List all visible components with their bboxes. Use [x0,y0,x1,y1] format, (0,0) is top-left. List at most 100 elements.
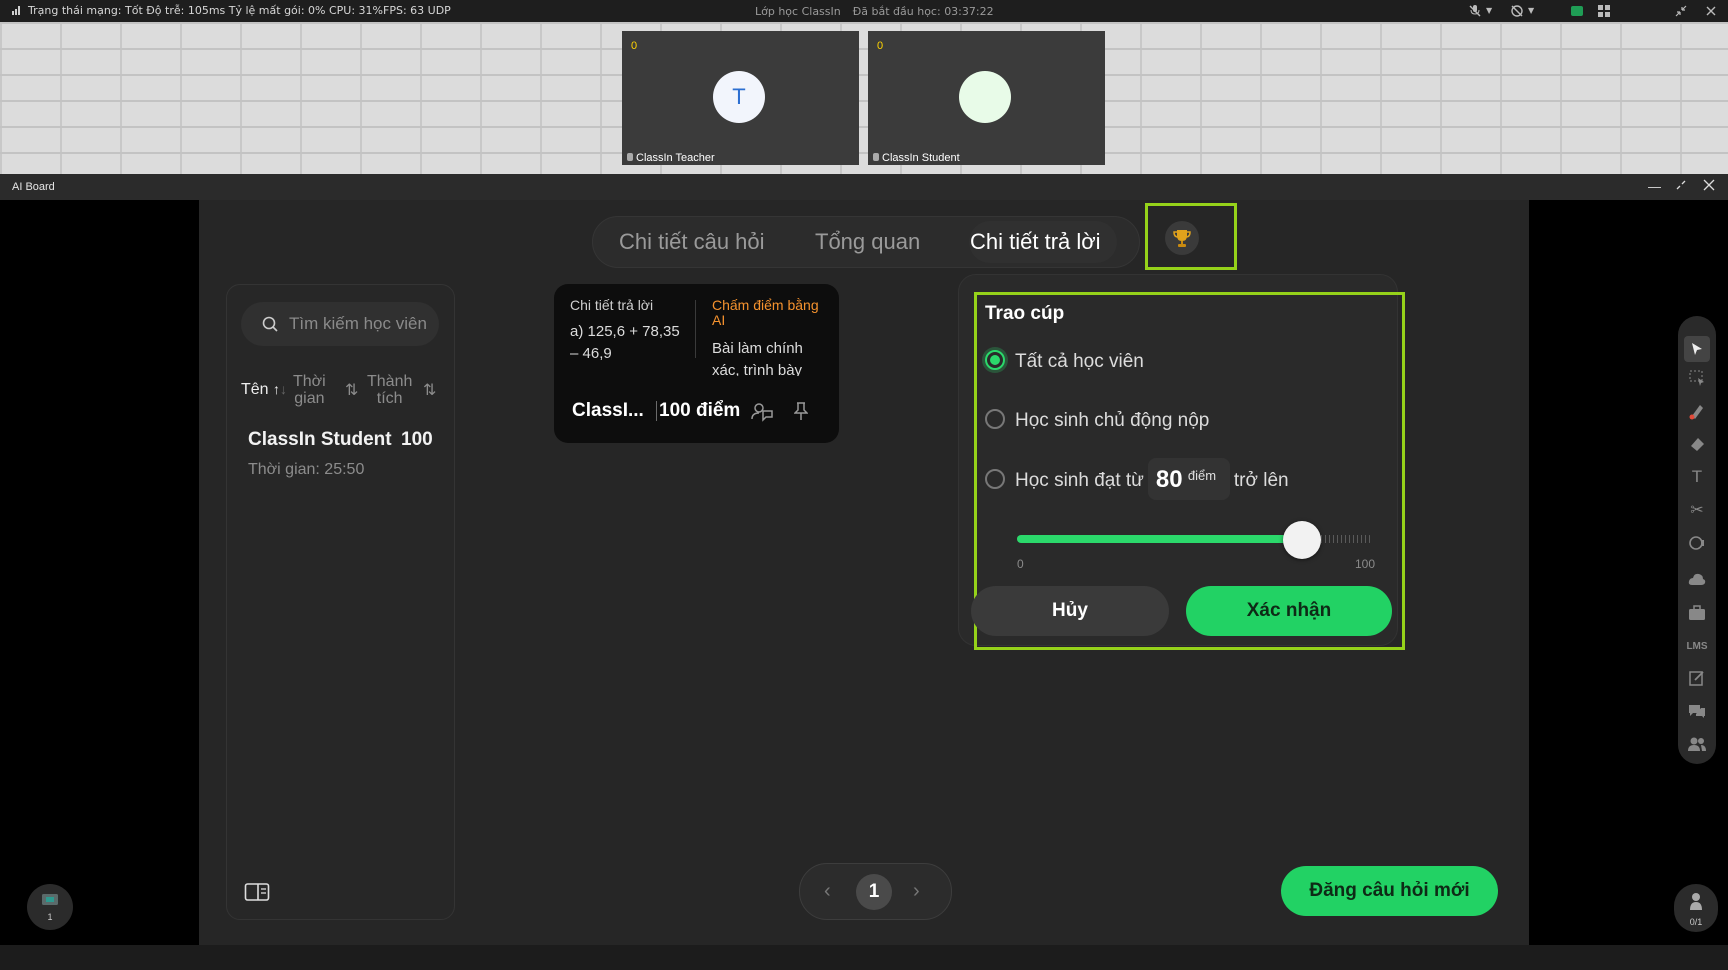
cancel-button[interactable]: Hủy [971,586,1169,636]
student-name: ClassIn Student [248,429,392,450]
student-video-tile[interactable]: 0 ClassIn Student [868,31,1105,165]
mic-dropdown-icon[interactable]: ▼ [1486,6,1500,20]
confirm-button[interactable]: Xác nhận [1186,586,1392,636]
camera-muted-icon[interactable] [1510,4,1524,18]
answer-details-body: a) 125,6 + 78,35 – 46,9 [570,323,680,362]
student-time: Thời gian: 25:50 [248,461,365,478]
sort-by-score[interactable]: Thành tích [367,373,412,407]
threshold-unit: điểm [1187,468,1217,483]
page-number[interactable]: 1 [856,874,892,910]
search-icon [262,316,278,332]
lms-icon[interactable]: LMS [1685,636,1709,656]
slider-handle[interactable] [1283,521,1321,559]
threshold-input[interactable]: 80 điểm [1147,458,1230,500]
aiboard-title: AI Board [12,181,55,193]
mic-muted-icon[interactable] [1468,4,1482,18]
answer-details-column: Chi tiết trả lời a) 125,6 + 78,35 – 46,9 [570,298,684,376]
select-tool-icon[interactable] [1684,336,1710,362]
option-score-threshold[interactable]: Học sinh đạt từ 80 điểm trở lên [985,458,1289,502]
toolbox-icon[interactable] [1687,603,1707,623]
sort-by-time[interactable]: Thời gian [293,373,326,407]
tab-question-details[interactable]: Chi tiết câu hỏi [619,229,765,255]
teacher-trophy-count: 0 [631,40,638,52]
student-trophy-count: 0 [877,40,884,52]
bottom-bar [0,945,1728,970]
sort-score-icon[interactable]: ⇅ [423,380,436,400]
sort-time-icon[interactable]: ⇅ [345,380,358,400]
sort-by-name[interactable]: Tên ↑↓ [241,381,287,398]
answer-card[interactable]: Chi tiết trả lời a) 125,6 + 78,35 – 46,9… [554,284,839,443]
edit-icon[interactable] [1687,668,1707,688]
collapse-icon[interactable] [1674,4,1688,18]
ai-review-icon[interactable] [750,400,774,427]
network-status: Trạng thái mạng: Tốt Độ trễ: 105ms Tỷ lệ… [12,4,451,17]
chat-icon[interactable] [1687,701,1707,721]
threshold-label-after: trở lên [1233,470,1289,492]
area-select-icon[interactable] [1687,368,1707,388]
camera-dropdown-icon[interactable]: ▼ [1528,6,1542,20]
column-divider [695,300,696,358]
dialog-title: Trao cúp [985,303,1065,324]
threshold-slider[interactable] [1017,521,1373,559]
radio-selected[interactable] [985,350,1005,370]
hand-icon [1690,893,1702,910]
participants-count: 0/1 [1689,917,1703,927]
tab-overview[interactable]: Tổng quan [815,229,920,255]
mic-icon [627,153,633,161]
slider-fill [1017,535,1302,543]
status-bar: Trạng thái mạng: Tốt Độ trễ: 105ms Tỷ lệ… [0,0,1728,22]
teacher-name: ClassIn Teacher [627,152,715,164]
search-input[interactable] [289,314,429,334]
right-toolbar: T ✂ LMS [1678,316,1716,764]
text-tool-icon[interactable]: T [1687,467,1707,487]
radio-unselected[interactable] [985,469,1005,490]
sort-asc-icon: ↑ [273,381,281,397]
teacher-avatar-initial: T [732,84,746,109]
screen-icon[interactable] [1570,4,1584,18]
close-icon[interactable] [1703,179,1715,194]
student-list-panel: Tên ↑↓ Thờigian ⇅ Thànhtích ⇅ ClassIn St… [226,284,455,920]
threshold-value: 80 [1155,466,1183,493]
trophy-button[interactable] [1145,203,1237,270]
mic-icon [873,153,879,161]
option-all-label: Tất cả học viên [1015,351,1144,372]
scissors-icon[interactable]: ✂ [1687,500,1707,520]
tab-bar: Chi tiết câu hỏi Tổng quan Chi tiết trả … [592,216,1140,268]
tab-answer-details[interactable]: Chi tiết trả lời [970,229,1101,255]
classroom-name: Lớp học ClassIn [755,5,841,18]
prev-page-icon[interactable]: ‹ [824,880,831,903]
post-new-question-button[interactable]: Đăng câu hỏi mới [1281,866,1498,916]
panel-toggle-icon[interactable] [244,882,270,902]
teacher-video-tile[interactable]: 0 T ClassIn Teacher [622,31,859,165]
time-header-line2: gian [294,390,325,407]
option-active-submit[interactable]: Học sinh chủ động nộp [985,409,1209,432]
class-info: Lớp học ClassIn Đã bắt đầu học: 03:37:22 [755,5,994,18]
option-all-students[interactable]: Tất cả học viên [985,350,1144,373]
minimize-icon[interactable]: — [1648,179,1661,194]
shape-tool-icon[interactable] [1687,533,1707,553]
sort-name-label: Tên [241,381,269,398]
score-header-line2: tích [376,390,403,407]
pin-icon[interactable] [793,401,809,426]
restore-icon[interactable] [1675,179,1687,194]
pen-icon[interactable] [1687,401,1707,421]
student-score: 100 [401,429,433,450]
cloud-icon[interactable] [1687,569,1707,589]
close-icon[interactable] [1704,4,1718,18]
answer-score: 100 điểm [659,400,741,421]
next-page-icon[interactable]: › [913,880,920,903]
search-box[interactable] [241,302,439,346]
teacher-avatar: T [713,71,765,123]
members-icon[interactable] [1687,734,1707,754]
radio-unselected[interactable] [985,409,1005,429]
grid-icon[interactable] [1597,4,1611,18]
signal-icon [12,6,22,15]
network-status-text: Trạng thái mạng: Tốt Độ trễ: 105ms Tỷ lệ… [28,4,451,17]
eraser-icon[interactable] [1687,434,1707,454]
answer-details-title: Chi tiết trả lời [570,298,654,313]
trophy-icon [1165,221,1199,255]
ai-grading-title: Chấm điểm bằng AI [712,298,819,328]
participants-badge[interactable]: 0/1 [1674,884,1718,932]
board-pages-button[interactable]: 1 [27,884,73,930]
option-active-label: Học sinh chủ động nộp [1015,410,1210,431]
